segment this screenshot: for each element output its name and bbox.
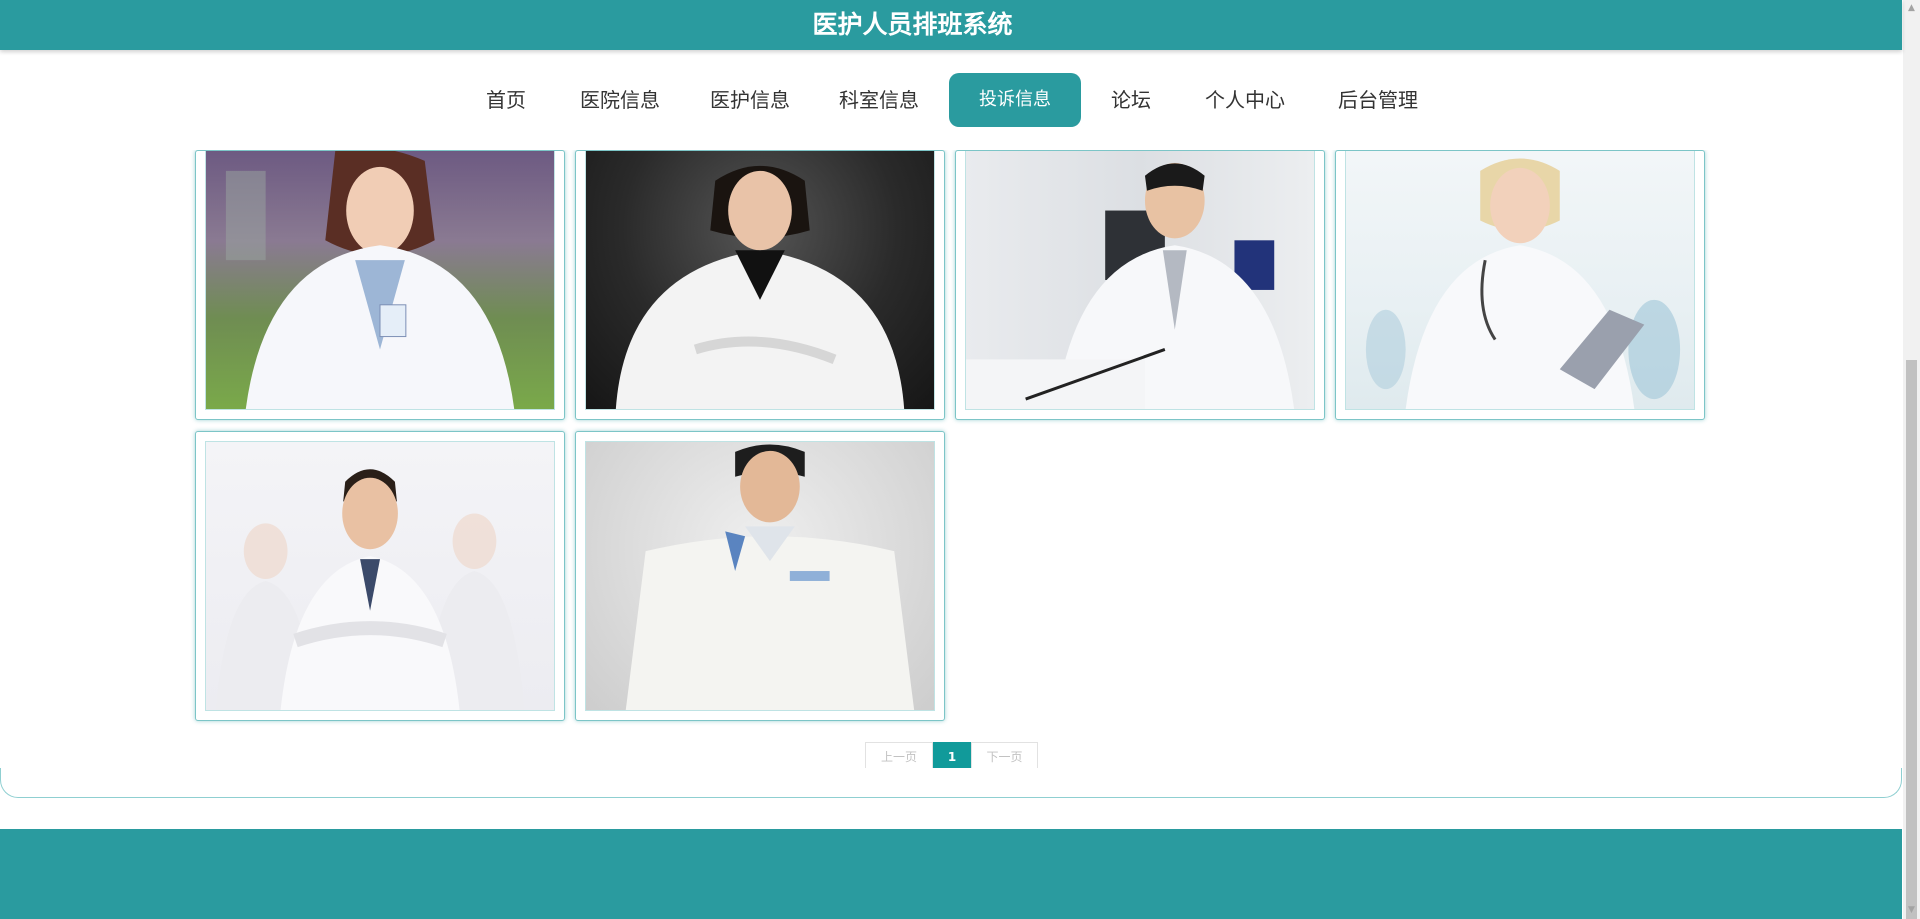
nav-item-hospital-info[interactable]: 医院信息 (570, 73, 670, 127)
male-doctor-at-desk-photo (965, 151, 1315, 410)
gallery-card[interactable] (195, 431, 565, 721)
female-doctor-dark-background-photo (585, 151, 935, 410)
male-doctor-arms-crossed-photo (205, 441, 555, 711)
gallery-card[interactable] (575, 431, 945, 721)
gallery-card[interactable] (195, 150, 565, 420)
gallery-card[interactable] (1335, 150, 1705, 420)
nav-item-complaint-info[interactable]: 投诉信息 (949, 73, 1081, 127)
female-doctor-outdoor-photo (205, 151, 555, 410)
nav-item-medical-staff-info[interactable]: 医护信息 (700, 73, 800, 127)
male-doctor-standing-photo (585, 441, 935, 711)
scrollbar-thumb[interactable] (1906, 360, 1917, 919)
female-doctor-with-clipboard-photo (1345, 151, 1695, 410)
footer (0, 829, 1902, 919)
page-title: 医护人员排班系统 (812, 10, 1013, 39)
page-scrollbar[interactable]: ▲ ▼ (1903, 0, 1920, 919)
scroll-down-icon[interactable]: ▼ (1903, 902, 1920, 919)
gallery-card[interactable] (955, 150, 1325, 420)
main-nav: 首页 医院信息 医护信息 科室信息 投诉信息 论坛 个人中心 后台管理 (0, 50, 1902, 150)
scroll-up-icon[interactable]: ▲ (1903, 0, 1920, 17)
gallery-card[interactable] (575, 150, 945, 420)
nav-item-forum[interactable]: 论坛 (1100, 73, 1162, 127)
nav-item-admin[interactable]: 后台管理 (1326, 73, 1430, 127)
app-header: 医护人员排班系统 (0, 0, 1902, 50)
nav-item-personal-center[interactable]: 个人中心 (1193, 73, 1297, 127)
content-container-bottom (0, 768, 1902, 798)
nav-item-home[interactable]: 首页 (470, 73, 542, 127)
nav-item-department-info[interactable]: 科室信息 (829, 73, 929, 127)
